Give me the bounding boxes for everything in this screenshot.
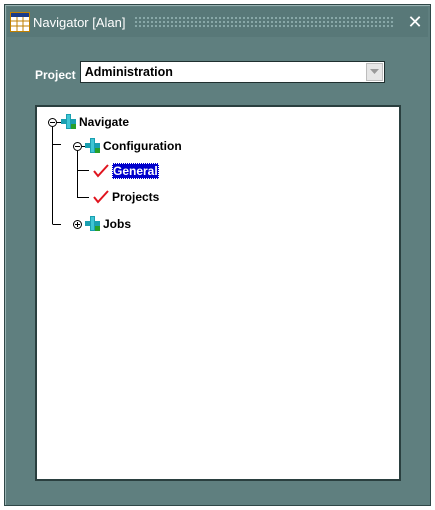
grid-icon — [10, 12, 30, 32]
tree-label: Navigate — [79, 115, 130, 129]
tree-label: Jobs — [103, 217, 132, 231]
tree-item-jobs[interactable]: Jobs — [85, 215, 131, 233]
collapse-navigate-icon[interactable] — [48, 118, 57, 127]
project-label: Project — [35, 68, 76, 82]
tree-connectors — [52, 122, 89, 225]
close-button[interactable]: ✕ — [404, 11, 426, 33]
tree-label: Configuration — [103, 139, 182, 153]
expand-jobs-icon[interactable] — [73, 220, 82, 229]
window-content: Project Administration Navigate Configur… — [11, 41, 424, 491]
plus-cross-icon — [85, 138, 100, 153]
project-select[interactable]: Administration — [79, 61, 385, 83]
tree-item-configuration[interactable]: Configuration — [85, 137, 182, 155]
project-select-value: Administration — [84, 65, 173, 79]
title-grip — [133, 16, 394, 28]
navigator-window: Navigator [Alan] ✕ Project Administratio… — [4, 4, 431, 506]
collapse-configuration-icon[interactable] — [73, 142, 82, 151]
project-dropdown-button[interactable] — [365, 63, 383, 81]
close-icon: ✕ — [407, 12, 423, 32]
project-row: Project Administration — [35, 61, 385, 83]
tree-label-selected: General — [112, 163, 159, 179]
plus-cross-icon — [61, 114, 76, 129]
tree-label: Projects — [112, 190, 160, 204]
red-check-icon — [93, 190, 109, 204]
red-check-icon — [93, 164, 109, 178]
tree-item-general[interactable]: General — [93, 162, 159, 180]
navigator-tree[interactable]: Navigate Configuration General Projects … — [35, 105, 401, 481]
title-bar[interactable]: Navigator [Alan] ✕ — [7, 7, 428, 37]
window-title: Navigator [Alan] — [33, 14, 126, 30]
tree-item-navigate[interactable]: Navigate — [61, 113, 129, 131]
tree-item-projects[interactable]: Projects — [93, 188, 159, 206]
plus-cross-icon — [85, 216, 100, 231]
chevron-down-icon — [369, 69, 379, 74]
